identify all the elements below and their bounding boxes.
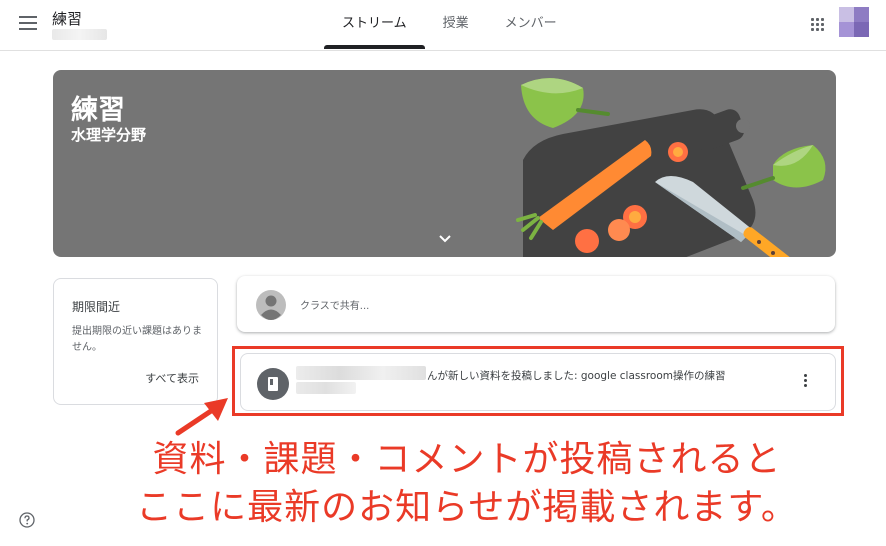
top-app-bar: 練習 ストリーム 授業 メンバー — [0, 0, 886, 51]
chevron-down-icon[interactable] — [437, 230, 453, 246]
tab-people[interactable]: メンバー — [487, 0, 575, 48]
apps-grid-icon[interactable] — [811, 18, 825, 32]
share-placeholder: クラスで共有... — [300, 301, 370, 312]
class-subtitle-blurred — [52, 29, 107, 40]
annotation-text: 資料・課題・コメントが投稿されると ここに最新のお知らせが掲載されます。 — [72, 436, 862, 532]
class-tabs: ストリーム 授業 メンバー — [324, 0, 575, 50]
annotation-line-1: 資料・課題・コメントが投稿されると — [152, 439, 782, 480]
view-all-link[interactable]: すべて表示 — [145, 370, 199, 386]
help-icon[interactable] — [19, 512, 35, 528]
cutting-board-illustration — [516, 78, 826, 257]
account-avatar[interactable] — [839, 7, 869, 37]
banner-class-section: 水理学分野 — [71, 126, 147, 144]
class-banner: 練習 水理学分野 — [53, 70, 836, 257]
class-title[interactable]: 練習 — [52, 8, 82, 29]
upcoming-title: 期限間近 — [72, 300, 121, 314]
more-vert-icon[interactable] — [799, 372, 811, 392]
upcoming-empty-message: 提出期限の近い課題はありません。 — [72, 326, 202, 353]
post-author-blurred — [296, 366, 426, 380]
share-with-class-box[interactable]: クラスで共有... — [237, 276, 835, 332]
tab-classwork[interactable]: 授業 — [425, 0, 487, 48]
post-text: んが新しい資料を投稿しました: google classroom操作の練習 — [427, 370, 726, 382]
banner-class-title: 練習 — [71, 95, 125, 126]
stream-post[interactable]: んが新しい資料を投稿しました: google classroom操作の練習 — [240, 353, 836, 411]
user-avatar-icon — [256, 290, 286, 320]
tab-stream[interactable]: ストリーム — [324, 0, 425, 49]
material-book-icon — [257, 368, 289, 400]
post-date-blurred — [296, 382, 356, 394]
hamburger-menu-icon[interactable] — [19, 16, 37, 30]
annotation-line-2: ここに最新のお知らせが掲載されます。 — [136, 487, 798, 528]
